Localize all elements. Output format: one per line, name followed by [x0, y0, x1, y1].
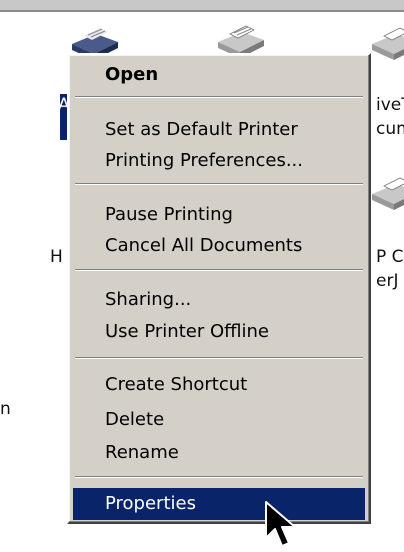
menu-item-pause-printing[interactable]: Pause Printing	[73, 199, 365, 231]
icon-label-right-2: cum	[376, 119, 404, 139]
menu-item-rename[interactable]: Rename	[73, 437, 365, 469]
menu-item-create-shortcut[interactable]: Create Shortcut	[73, 369, 365, 401]
icon-label-right-3: P C	[376, 247, 404, 267]
context-menu: Open Set as Default Printer Printing Pre…	[67, 53, 371, 524]
menu-item-printing-preferences[interactable]: Printing Preferences...	[73, 145, 365, 177]
icon-label-n: n	[0, 399, 11, 419]
menu-item-open[interactable]: Open	[73, 59, 365, 91]
menu-item-sharing[interactable]: Sharing...	[73, 284, 365, 316]
menu-separator	[75, 269, 363, 271]
desktop-window: A H n iveT cum P C erJ Open Set as Defau…	[0, 0, 404, 552]
menu-item-properties[interactable]: Properties	[73, 488, 365, 520]
menu-item-use-printer-offline[interactable]: Use Printer Offline	[73, 316, 365, 348]
menu-item-cancel-all-documents[interactable]: Cancel All Documents	[73, 230, 365, 262]
menu-separator	[75, 476, 363, 478]
printer-icon[interactable]	[366, 22, 404, 62]
icon-label-h: H	[50, 247, 63, 267]
printer-icon[interactable]	[366, 172, 404, 212]
menu-item-delete[interactable]: Delete	[73, 404, 365, 436]
mouse-pointer-icon	[265, 501, 296, 547]
icon-label-right-1: iveT	[376, 95, 404, 115]
menu-separator	[75, 357, 363, 359]
icon-label-right-4: erJ	[376, 271, 399, 291]
window-top-edge	[0, 0, 404, 12]
menu-item-set-default-printer[interactable]: Set as Default Printer	[73, 114, 365, 146]
menu-separator	[75, 96, 363, 98]
menu-separator	[75, 183, 363, 185]
